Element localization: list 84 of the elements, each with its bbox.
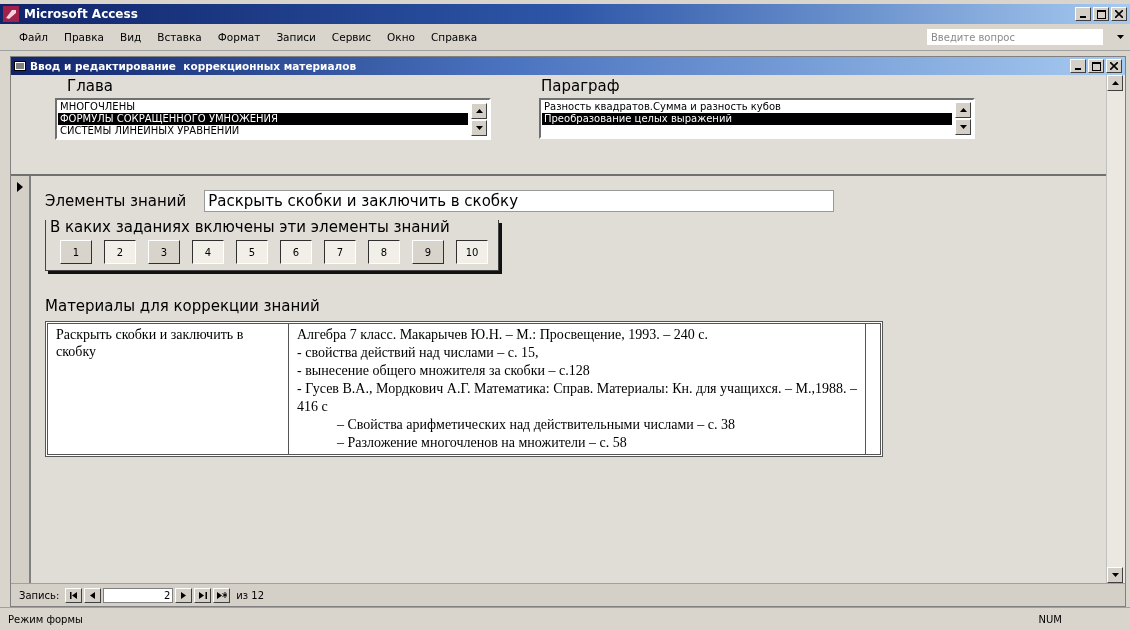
next-record-button[interactable] [175, 587, 193, 603]
knowledge-element-field[interactable]: Раскрыть скобки и заключить в скобку [204, 190, 835, 212]
task-toggle-button[interactable]: 5 [236, 240, 268, 264]
scroll-down-button[interactable] [1107, 567, 1123, 583]
task-toggle-button[interactable]: 8 [368, 240, 400, 264]
menu-item[interactable]: Вставка [150, 29, 209, 45]
previous-icon [90, 591, 96, 599]
last-icon [198, 591, 207, 599]
paragraph-list[interactable]: Разность квадратов.Сумма и разность кубов Преобразование целых выражений [539, 98, 975, 139]
menu-item[interactable]: Справка [424, 29, 485, 45]
reference-text: - вынесение общего множителя за скобки – с.128 [297, 362, 591, 380]
minimize-button[interactable] [1070, 59, 1086, 73]
menu-item[interactable]: Файл [12, 29, 55, 45]
task-toggle-button[interactable]: 10 [456, 240, 488, 264]
maximize-button[interactable] [1093, 7, 1109, 21]
task-toggle-button[interactable]: 3 [148, 240, 180, 264]
scroll-down-button[interactable] [471, 119, 487, 136]
form-icon [14, 61, 26, 71]
task-toggle-button[interactable]: 6 [280, 240, 312, 264]
reference-text: - свойства действий над числами – с. 15, [297, 344, 540, 362]
list-item[interactable]: СИСТЕМЫ ЛИНЕЙНЫХ УРАВНЕНИЙ [58, 125, 468, 137]
paragraph-label: Параграф [540, 77, 621, 95]
vertical-scrollbar[interactable] [1106, 75, 1125, 583]
chapter-label: Глава [66, 77, 114, 95]
record-count: из 12 [236, 589, 265, 601]
new-record-icon [216, 591, 227, 599]
reference-text: Алгебра 7 класс. Макарычев Ю.Н. – М.: Просвещение, 1993. – 240 с. [297, 326, 710, 344]
record-selector[interactable] [11, 176, 31, 583]
dropdown-arrow-icon[interactable] [1117, 35, 1124, 39]
reference-text: – Свойства арифметических над действительными числами – с. 38 [336, 416, 736, 434]
menu-item[interactable]: Окно [380, 29, 422, 45]
list-item[interactable]: Преобразование целых выражений [542, 113, 952, 125]
menu-item[interactable]: Сервис [324, 29, 379, 45]
maximize-button[interactable] [1088, 59, 1104, 73]
new-record-button[interactable] [213, 587, 231, 603]
list-item[interactable]: ФОРМУЛЫ СОКРАЩЕННОГО УМНОЖЕНИЯ [58, 113, 468, 125]
close-button[interactable] [1106, 59, 1122, 73]
reference-text: – Разложение многочленов на множители – с. 58 [336, 434, 628, 452]
tasks-label: В каких заданиях включены эти элементы знаний [50, 218, 451, 236]
close-icon [1110, 62, 1118, 70]
num-lock-indicator: NUM [1038, 613, 1062, 625]
scroll-up-button[interactable] [1107, 75, 1123, 91]
menu-item[interactable]: Вид [113, 29, 149, 45]
record-number-field[interactable]: 2 [103, 587, 174, 603]
list-item[interactable]: Разность квадратов.Сумма и разность кубов [542, 101, 952, 113]
materials-label: Материалы для коррекции знаний [45, 297, 321, 315]
record-label: Запись: [19, 589, 60, 601]
previous-record-button[interactable] [84, 587, 102, 603]
next-icon [181, 591, 187, 599]
close-button[interactable] [1111, 7, 1127, 21]
task-toggle-button[interactable]: 2 [104, 240, 136, 264]
up-arrow-icon [959, 108, 967, 112]
table-cell: Раскрыть скобки и заключить в скобку [48, 324, 289, 454]
form-title: Ввод и редактирование коррекционных материалов [30, 60, 357, 72]
knowledge-element-label: Элементы знаний [45, 192, 187, 210]
chapter-list[interactable]: МНОГОЧЛЕНЫ ФОРМУЛЫ СОКРАЩЕННОГО УМНОЖЕНИЯ СИСТЕМЫ ЛИНЕЙНЫХ УРАВНЕНИЙ [55, 98, 491, 140]
help-search-field[interactable]: Введите вопрос [927, 29, 1103, 45]
task-toggle-button[interactable]: 9 [412, 240, 444, 264]
up-arrow-icon [1111, 81, 1119, 85]
menu-item[interactable]: Правка [57, 29, 111, 45]
maximize-icon [1096, 9, 1106, 19]
down-arrow-icon [1111, 573, 1119, 577]
last-record-button[interactable] [194, 587, 212, 603]
task-toggle-button[interactable]: 4 [192, 240, 224, 264]
maximize-icon [1091, 61, 1101, 71]
status-text: Режим формы [8, 613, 83, 625]
down-arrow-icon [475, 125, 483, 130]
minimize-button[interactable] [1075, 7, 1091, 21]
window-title: Microsoft Access [24, 7, 138, 21]
first-icon [69, 591, 78, 599]
menu-item[interactable]: Записи [269, 29, 323, 45]
current-record-icon [17, 182, 23, 192]
scroll-down-button[interactable] [955, 119, 971, 135]
scroll-up-button[interactable] [955, 102, 971, 118]
up-arrow-icon [475, 108, 483, 113]
list-item[interactable]: МНОГОЧЛЕНЫ [58, 101, 468, 113]
reference-text: - Гусев В.А., Мордкович А.Г. Математика: Справ. Материалы: Кн. для учащихся. – М.,1988. –416 с [297, 380, 857, 416]
menu-item[interactable]: Формат [210, 29, 268, 45]
scroll-up-button[interactable] [471, 102, 487, 119]
close-icon [1115, 10, 1123, 18]
down-arrow-icon [959, 125, 967, 129]
task-toggle-button[interactable]: 1 [60, 240, 92, 264]
task-toggle-button[interactable]: 7 [324, 240, 356, 264]
first-record-button[interactable] [65, 587, 83, 603]
